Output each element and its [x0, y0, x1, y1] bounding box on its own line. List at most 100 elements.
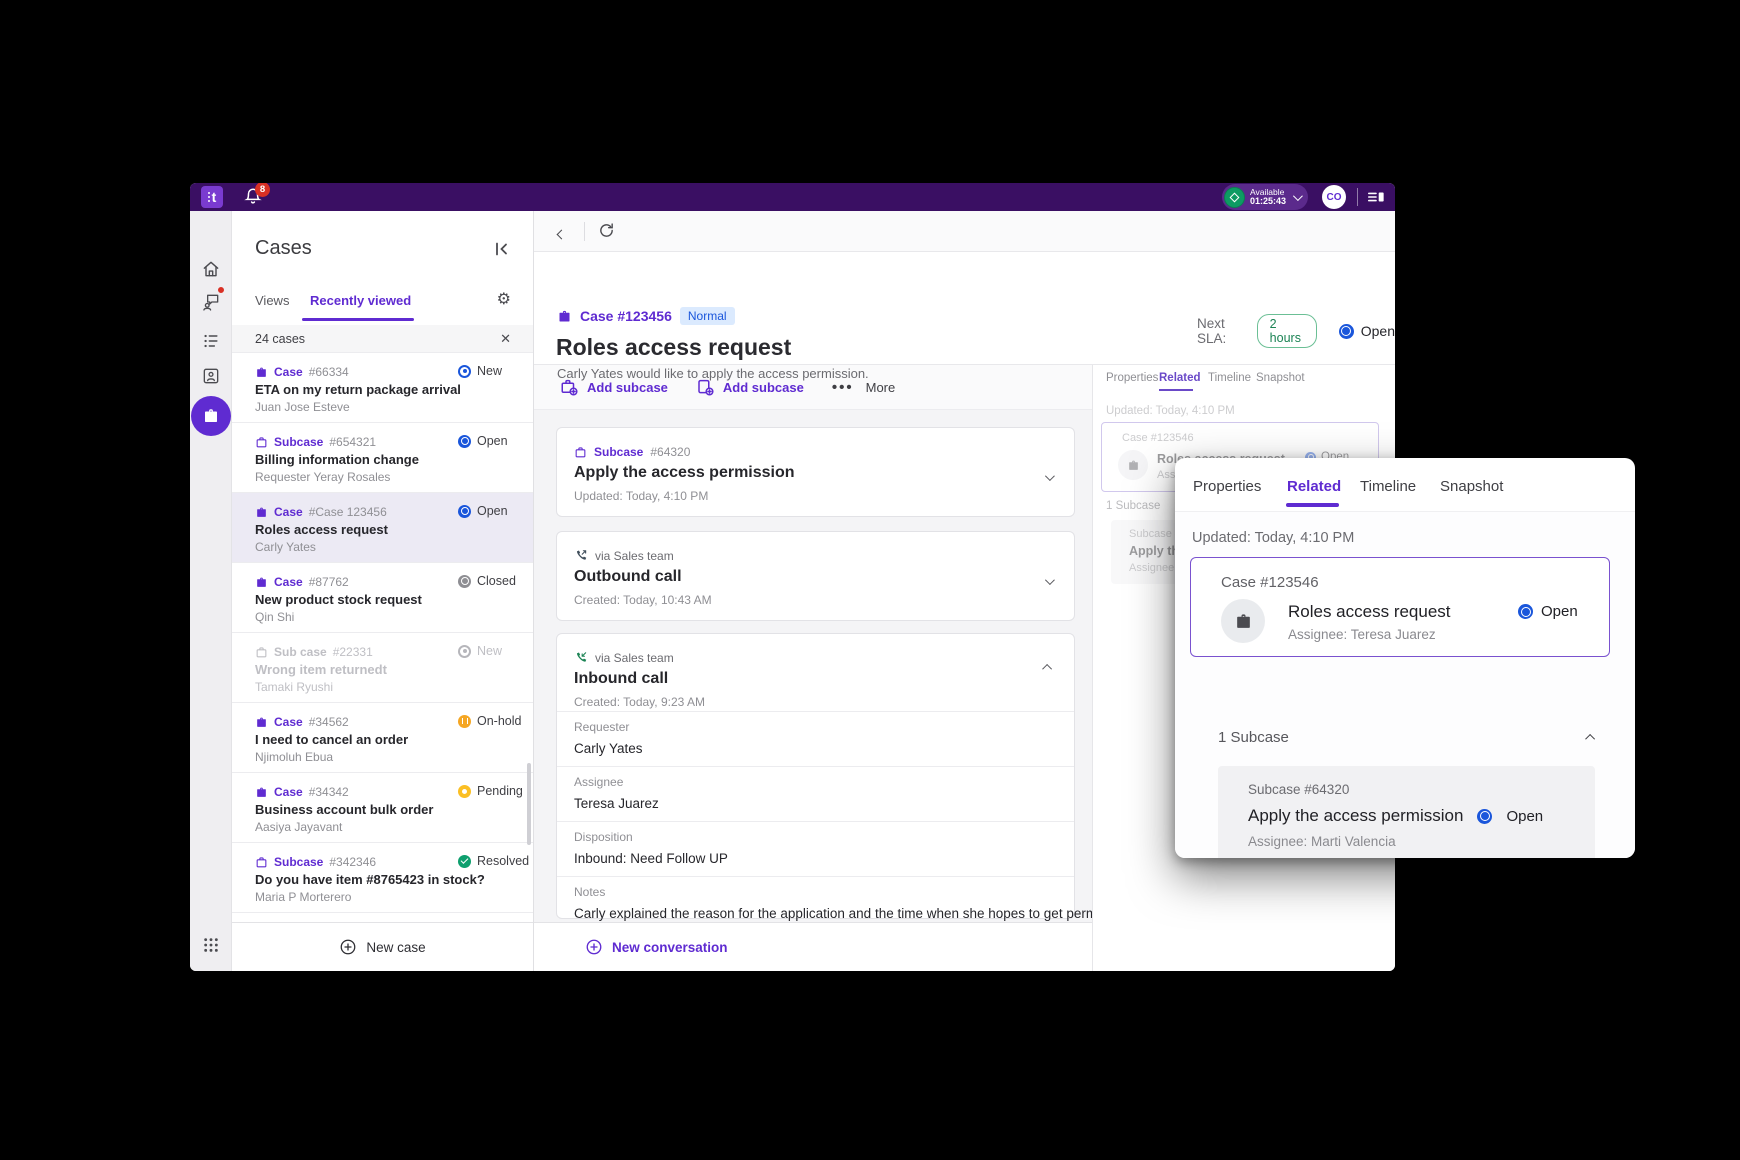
expand-card-button[interactable] — [1045, 468, 1052, 486]
nav-cases-active[interactable] — [191, 396, 231, 436]
case-title: ETA on my return package arrival — [255, 382, 461, 397]
tab-related[interactable]: Related — [1287, 478, 1341, 495]
nav-home[interactable] — [201, 259, 221, 279]
tab-snapshot[interactable]: Snapshot — [1256, 372, 1305, 384]
tab-properties[interactable]: Properties — [1193, 478, 1261, 495]
case-list-item[interactable]: Subcase #654321 Open Billing information… — [232, 423, 533, 493]
case-person: Juan Jose Esteve — [255, 400, 350, 414]
status-label: Pending — [477, 784, 523, 798]
case-list-item[interactable]: Case #34562 On-hold I need to cancel an … — [232, 703, 533, 773]
case-type-label: Subcase — [274, 435, 323, 449]
field-label: Notes — [574, 885, 1057, 899]
briefcase-icon — [1234, 612, 1253, 631]
active-tab-underline — [1286, 503, 1339, 507]
outbound-call-card[interactable]: via Sales team Outbound call Created: To… — [556, 531, 1075, 621]
collapse-left-icon — [493, 241, 509, 257]
case-type-label: Case — [274, 575, 303, 589]
inbound-call-card[interactable]: via Sales team Inbound call Created: Tod… — [556, 633, 1075, 919]
toggle-panel-button[interactable] — [1367, 189, 1385, 205]
case-list-item[interactable]: Case #66334 New ETA on my return package… — [232, 353, 533, 423]
tab-related[interactable]: Related — [1159, 372, 1201, 384]
case-id: #34562 — [309, 715, 349, 729]
more-button[interactable]: ••• More — [832, 379, 895, 396]
status-open-icon — [1339, 324, 1354, 339]
field-value: Teresa Juarez — [574, 796, 1057, 811]
subcase-card[interactable]: Subcase #64320 Apply the access permissi… — [556, 427, 1075, 517]
refresh-button[interactable] — [598, 222, 615, 239]
subcase-icon — [255, 856, 268, 869]
call-title: Outbound call — [574, 568, 682, 586]
expand-card-button[interactable] — [1045, 572, 1052, 590]
case-id: #342346 — [329, 855, 376, 869]
cases-count-row: 24 cases ✕ — [232, 325, 533, 353]
subcase-updated: Updated: Today, 4:10 PM — [574, 489, 708, 503]
case-list-item-disabled[interactable]: Sub case #22331 New Wrong item returnedt… — [232, 633, 533, 703]
new-case-button[interactable]: New case — [232, 922, 533, 971]
back-button[interactable] — [558, 225, 565, 243]
status-label: New — [477, 644, 502, 658]
nav-contacts[interactable] — [201, 366, 221, 386]
case-list-item[interactable]: Subcase #342346 Resolved Do you have ite… — [232, 843, 533, 913]
cases-panel-header: Cases — [232, 211, 533, 281]
case-icon — [255, 716, 268, 729]
coaching-icon — [201, 292, 221, 312]
subcase-type-label: Subcase — [594, 445, 643, 459]
status-label: Open — [1361, 323, 1395, 339]
tab-snapshot[interactable]: Snapshot — [1440, 478, 1503, 495]
related-case-title: Roles access request — [1288, 602, 1451, 622]
related-subcase-card[interactable]: Subcase #64320 Apply the access permissi… — [1218, 766, 1595, 858]
status-open-icon — [458, 435, 471, 448]
conversation-list: Subcase #64320 Apply the access permissi… — [534, 410, 1092, 922]
tab-properties[interactable]: Properties — [1106, 372, 1158, 384]
apps-grid-button[interactable] — [203, 937, 219, 953]
priority-badge: Normal — [680, 307, 735, 325]
status-label: Closed — [477, 574, 516, 588]
case-list-item[interactable]: Case #87762 Closed New product stock req… — [232, 563, 533, 633]
user-avatar[interactable]: CO — [1322, 185, 1346, 209]
collapse-panel-button[interactable] — [493, 241, 509, 257]
subcase-title: Apply the access permission — [574, 464, 795, 482]
case-title: Wrong item returnedt — [255, 662, 387, 677]
cases-list-scrollbar[interactable] — [527, 763, 531, 845]
case-person: Maria P Morterero — [255, 890, 351, 904]
collapse-section-button[interactable] — [1588, 728, 1595, 746]
notifications-button[interactable]: 8 — [244, 187, 266, 209]
contact-card-icon — [201, 366, 221, 386]
tab-recently-viewed[interactable]: Recently viewed — [310, 293, 411, 308]
case-type-label: Case — [274, 505, 303, 519]
call-created: Created: Today, 10:43 AM — [574, 593, 712, 607]
status-label: Resolved — [477, 854, 529, 868]
case-icon — [255, 506, 268, 519]
next-sla-label: Next SLA: — [1197, 316, 1247, 346]
case-list-item[interactable]: Case #34342 Pending Business account bul… — [232, 773, 533, 843]
related-case-card[interactable]: Case #123546 Roles access request Assign… — [1190, 557, 1610, 657]
topbar-divider — [1357, 188, 1358, 206]
availability-timer: 01:25:43 — [1250, 197, 1286, 206]
tab-views[interactable]: Views — [255, 293, 289, 308]
field-value: Carly Yates — [574, 741, 1057, 756]
related-subcase-title: Apply the access permission — [1248, 806, 1463, 826]
field-requester: Requester Carly Yates — [557, 711, 1074, 766]
case-title: Business account bulk order — [255, 802, 433, 817]
availability-menu[interactable]: Available 01:25:43 — [1222, 184, 1308, 210]
active-tab-underline — [1159, 389, 1193, 391]
clear-filter-button[interactable]: ✕ — [500, 332, 511, 345]
case-list-item-selected[interactable]: Case #Case 123456 Open Roles access requ… — [232, 493, 533, 563]
nav-activities[interactable] — [201, 331, 221, 351]
case-icon — [255, 366, 268, 379]
nav-conversations[interactable] — [201, 292, 221, 312]
panel-layout-icon — [1367, 189, 1385, 205]
updated-timestamp: Updated: Today, 4:10 PM — [1106, 405, 1235, 417]
collapse-card-button[interactable] — [1045, 658, 1052, 676]
field-disposition: Disposition Inbound: Need Follow UP — [557, 821, 1074, 876]
phone-outbound-icon — [574, 549, 588, 563]
field-assignee: Assignee Teresa Juarez — [557, 766, 1074, 821]
case-status[interactable]: Open — [1339, 323, 1395, 339]
app-logo[interactable]: t — [201, 186, 223, 208]
tab-timeline[interactable]: Timeline — [1360, 478, 1416, 495]
tab-timeline[interactable]: Timeline — [1208, 372, 1251, 384]
status-label: On-hold — [477, 714, 521, 728]
settings-gear-button[interactable]: ⚙ — [497, 289, 511, 309]
status-new-icon — [458, 365, 471, 378]
new-case-label: New case — [366, 940, 425, 955]
